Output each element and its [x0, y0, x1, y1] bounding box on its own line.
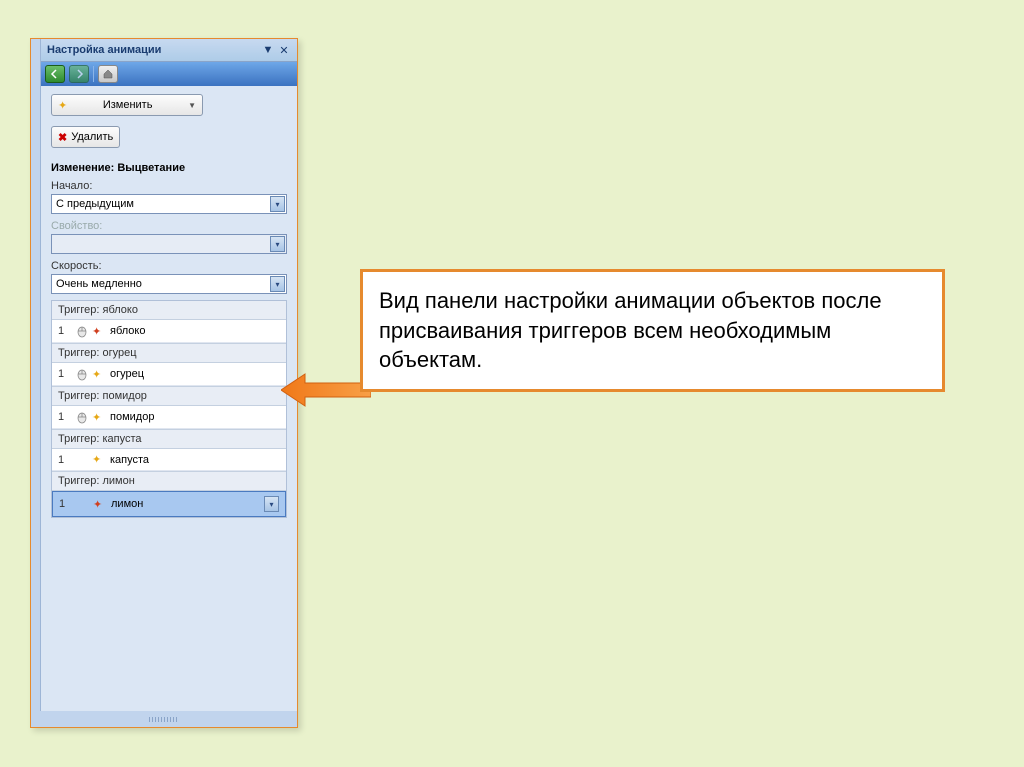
star-icon: ✦	[92, 453, 106, 466]
star-icon: ✦	[92, 325, 106, 338]
arrow-left-icon	[50, 69, 60, 79]
trigger-group: Триггер: огурец 1 ✦ огурец	[52, 343, 286, 386]
trigger-num: 1	[58, 411, 72, 423]
panel-close-button[interactable]: ✕	[277, 43, 291, 57]
trigger-name: помидор	[110, 411, 280, 423]
delete-button-label: Удалить	[71, 131, 113, 143]
change-button[interactable]: ✦ Изменить ▼	[51, 94, 203, 116]
panel-titlebar: Настройка анимации ▼ ✕	[41, 39, 297, 62]
start-value: С предыдущим	[56, 198, 270, 210]
delete-button[interactable]: ✖ Удалить	[51, 126, 120, 148]
trigger-item[interactable]: 1 ✦ лимон ▾	[52, 491, 286, 517]
trigger-header: Триггер: огурец	[52, 343, 286, 363]
trigger-name: огурец	[110, 368, 280, 380]
panel-menu-button[interactable]: ▼	[261, 43, 275, 57]
callout-text: Вид панели настройки анимации объектов п…	[379, 288, 882, 372]
star-icon: ✦	[93, 498, 107, 511]
speed-select[interactable]: Очень медленно ▾	[51, 274, 287, 294]
trigger-item[interactable]: 1 ✦ помидор	[52, 406, 286, 429]
star-icon: ✦	[92, 411, 106, 424]
start-select[interactable]: С предыдущим ▾	[51, 194, 287, 214]
mouse-icon	[76, 324, 88, 338]
trigger-header: Триггер: капуста	[52, 429, 286, 449]
nav-forward-button[interactable]	[69, 65, 89, 83]
chevron-down-icon: ▾	[270, 276, 285, 292]
trigger-item[interactable]: 1 ✦ огурец	[52, 363, 286, 386]
speed-label: Скорость:	[51, 260, 287, 272]
trigger-group: Триггер: капуста 1 ✦ капуста	[52, 429, 286, 471]
nav-back-button[interactable]	[45, 65, 65, 83]
section-header: Изменение: Выцветание	[51, 162, 287, 174]
chevron-down-icon: ▼	[188, 101, 196, 110]
trigger-header: Триггер: яблоко	[52, 301, 286, 320]
chevron-down-icon: ▾	[270, 196, 285, 212]
trigger-name: яблоко	[110, 325, 280, 337]
start-label: Начало:	[51, 180, 287, 192]
chevron-down-icon[interactable]: ▾	[264, 496, 279, 512]
nav-home-button[interactable]	[98, 65, 118, 83]
delete-x-icon: ✖	[58, 131, 67, 144]
nav-separator	[93, 66, 94, 82]
panel-title: Настройка анимации	[47, 44, 259, 56]
mouse-icon	[76, 410, 88, 424]
arrow-right-icon	[74, 69, 84, 79]
animation-panel: Настройка анимации ▼ ✕ ✦ Измени	[30, 38, 298, 728]
panel-left-gutter	[31, 39, 41, 711]
panel-content: ✦ Изменить ▼ ✖ Удалить Изменение: Выцвет…	[41, 86, 297, 711]
trigger-list: Триггер: яблоко 1 ✦ яблоко Триггер: огурец 1 ✦…	[51, 300, 287, 518]
change-button-label: Изменить	[71, 99, 184, 111]
mouse-icon	[76, 367, 88, 381]
trigger-name: капуста	[110, 454, 280, 466]
trigger-num: 1	[59, 498, 73, 510]
callout-box: Вид панели настройки анимации объектов п…	[360, 269, 945, 392]
trigger-item[interactable]: 1 ✦ капуста	[52, 449, 286, 471]
star-icon: ✦	[92, 368, 106, 381]
chevron-down-icon: ▾	[270, 236, 285, 252]
panel-resize-grip[interactable]	[31, 711, 297, 727]
trigger-num: 1	[58, 454, 72, 466]
trigger-item[interactable]: 1 ✦ яблоко	[52, 320, 286, 343]
trigger-group: Триггер: яблоко 1 ✦ яблоко	[52, 301, 286, 343]
trigger-group: Триггер: помидор 1 ✦ помидор	[52, 386, 286, 429]
property-label: Свойство:	[51, 220, 287, 232]
star-icon: ✦	[58, 99, 67, 112]
trigger-name: лимон	[111, 498, 260, 510]
trigger-group: Триггер: лимон 1 ✦ лимон ▾	[52, 471, 286, 517]
property-select: ▾	[51, 234, 287, 254]
trigger-num: 1	[58, 325, 72, 337]
panel-navbar	[41, 62, 297, 86]
trigger-num: 1	[58, 368, 72, 380]
home-icon	[103, 69, 113, 79]
speed-value: Очень медленно	[56, 278, 270, 290]
trigger-header: Триггер: лимон	[52, 471, 286, 491]
grip-icon	[149, 717, 179, 722]
trigger-header: Триггер: помидор	[52, 386, 286, 406]
